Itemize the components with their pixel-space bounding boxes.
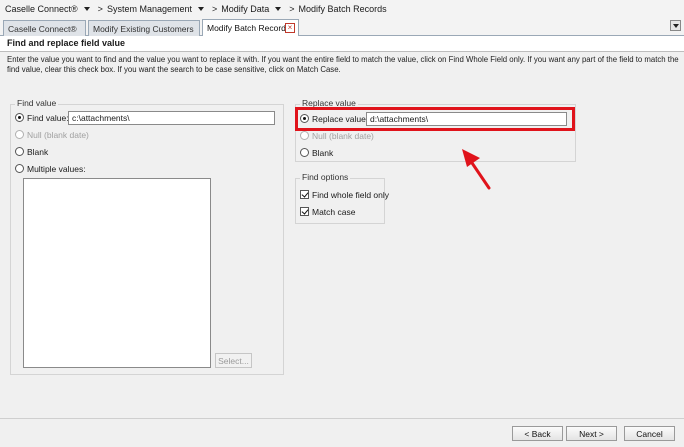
- tab-modify-batch-records[interactable]: Modify Batch Records ×: [202, 19, 299, 36]
- instructions-text: Enter the value you want to find and the…: [7, 55, 679, 74]
- breadcrumb-separator: >: [97, 3, 103, 14]
- breadcrumb-current: Modify Batch Records: [298, 3, 387, 14]
- find-value-input[interactable]: c:\attachments\: [68, 111, 275, 125]
- tab-caselle-connect[interactable]: Caselle Connect®: [3, 20, 86, 36]
- replace-blank-radio[interactable]: [300, 148, 309, 157]
- multiple-values-list[interactable]: [23, 178, 211, 368]
- select-button[interactable]: Select...: [215, 353, 252, 368]
- close-icon[interactable]: ×: [285, 23, 295, 33]
- tab-modify-existing-customers[interactable]: Modify Existing Customers: [88, 20, 200, 36]
- find-null-label: Null (blank date): [27, 130, 89, 140]
- match-case-label: Match case: [312, 207, 356, 217]
- find-multiple-radio[interactable]: [15, 164, 24, 173]
- next-button[interactable]: Next >: [566, 426, 617, 441]
- footer-divider: [0, 418, 684, 419]
- find-value-group-title: Find value: [15, 98, 59, 108]
- chevron-down-icon[interactable]: [670, 20, 681, 31]
- breadcrumb-item-caselle-connect[interactable]: Caselle Connect®: [5, 4, 94, 14]
- chevron-down-icon[interactable]: [83, 6, 90, 11]
- breadcrumb-separator: >: [211, 3, 218, 14]
- cancel-button[interactable]: Cancel: [624, 426, 675, 441]
- breadcrumb-item-system-management[interactable]: System Management: [107, 4, 208, 14]
- page-title: Find and replace field value: [0, 36, 684, 52]
- match-case-checkbox[interactable]: [300, 207, 309, 216]
- arrow-icon: [462, 149, 491, 190]
- find-null-radio[interactable]: [15, 130, 24, 139]
- find-whole-field-checkbox[interactable]: [300, 190, 309, 199]
- find-value-radio[interactable]: [15, 113, 24, 122]
- find-blank-label: Blank: [27, 147, 49, 157]
- chevron-down-icon[interactable]: [197, 6, 204, 11]
- breadcrumb: Caselle Connect® > System Management > M…: [0, 0, 684, 17]
- tab-strip: Caselle Connect® Modify Existing Custome…: [0, 17, 684, 36]
- find-options-group: Find options: [295, 172, 385, 224]
- replace-blank-label: Blank: [312, 148, 334, 158]
- breadcrumb-separator: >: [289, 3, 295, 14]
- find-value-label: Find value:: [27, 113, 69, 123]
- breadcrumb-item-modify-data[interactable]: Modify Data: [221, 4, 285, 14]
- replace-value-highlight: [295, 107, 575, 131]
- chevron-down-icon[interactable]: [275, 6, 282, 11]
- replace-null-label: Null (blank date): [312, 131, 374, 141]
- back-button[interactable]: < Back: [512, 426, 563, 441]
- replace-null-radio[interactable]: [300, 131, 309, 140]
- find-blank-radio[interactable]: [15, 147, 24, 156]
- find-multiple-label: Multiple values:: [27, 164, 86, 174]
- find-options-group-title: Find options: [300, 172, 351, 182]
- find-whole-field-label: Find whole field only: [312, 190, 390, 200]
